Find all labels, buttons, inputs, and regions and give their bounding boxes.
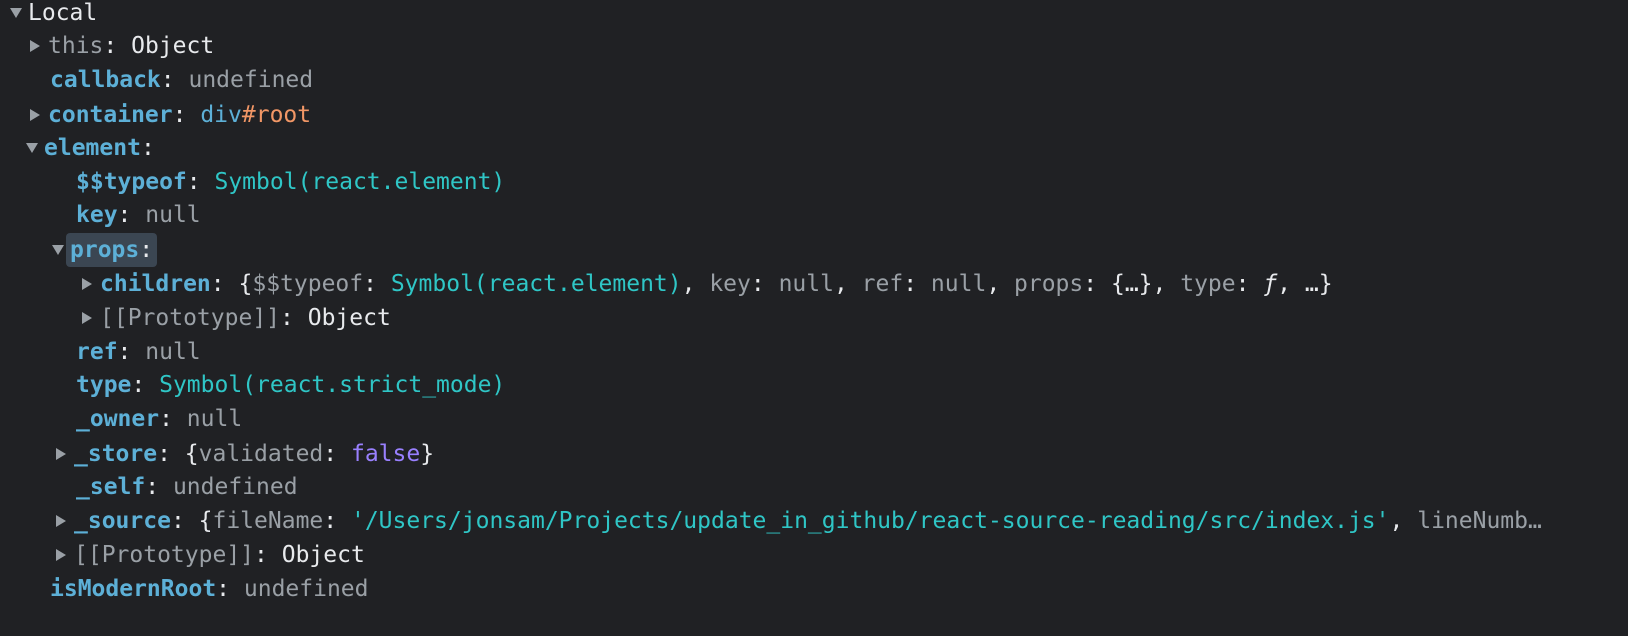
property-self[interactable]: _self: undefined [0, 470, 1628, 504]
property-key: element [44, 135, 141, 161]
property-type[interactable]: type: Symbol(react.strict_mode) [0, 368, 1628, 402]
property-key: container [48, 102, 173, 128]
property-store[interactable]: _store: {validated: false} [0, 437, 1628, 471]
property-owner[interactable]: _owner: null [0, 402, 1628, 436]
property-key-null[interactable]: key: null [0, 198, 1628, 232]
expand-down-icon[interactable] [26, 143, 38, 153]
property-ref[interactable]: ref: null [0, 335, 1628, 369]
property-key: [[Prototype]] [74, 542, 255, 568]
property-props-prototype[interactable]: [[Prototype]]: Object [0, 301, 1628, 335]
property-key: ref [76, 339, 118, 365]
property-key: _owner [76, 406, 160, 432]
property-element[interactable]: element: [0, 131, 1628, 165]
expand-right-icon[interactable] [30, 40, 40, 52]
scope-tree: Local this: Object callback: undefined c… [0, 0, 1628, 636]
property-key: _store [74, 441, 158, 467]
property-typeof[interactable]: $$typeof: Symbol(react.element) [0, 165, 1628, 199]
expand-right-icon[interactable] [56, 515, 66, 527]
expand-right-icon[interactable] [56, 549, 66, 561]
property-value: undefined [188, 67, 314, 93]
expand-right-icon[interactable] [82, 278, 92, 290]
property-key: children [100, 271, 211, 297]
property-key: _source [74, 508, 171, 534]
scope-title: Local [28, 0, 98, 26]
property-value: Symbol(react.element) [214, 169, 506, 195]
selected-highlight: props: [66, 233, 158, 267]
property-key: [[Prototype]] [100, 305, 281, 331]
property-value: Symbol(react.strict_mode) [159, 372, 506, 398]
property-key: callback [50, 67, 161, 93]
property-key: _self [76, 474, 146, 500]
property-key: $$typeof [76, 169, 187, 195]
property-callback[interactable]: callback: undefined [0, 63, 1628, 97]
expand-right-icon[interactable] [82, 312, 92, 324]
property-value: Object [131, 33, 215, 59]
property-element-prototype[interactable]: [[Prototype]]: Object [0, 538, 1628, 572]
property-key: type [76, 372, 132, 398]
property-value: Object [281, 542, 365, 568]
property-source[interactable]: _source: {fileName: '/Users/jonsam/Proje… [0, 504, 1628, 538]
property-key: key [76, 202, 118, 228]
property-value: undefined [243, 576, 369, 602]
property-value: undefined [172, 474, 298, 500]
property-value: null [186, 406, 243, 432]
expand-right-icon[interactable] [56, 448, 66, 460]
property-value: null [145, 202, 201, 228]
expand-down-icon[interactable] [52, 245, 64, 255]
property-props[interactable]: props: [0, 233, 1628, 267]
property-children[interactable]: children: {$$typeof: Symbol(react.elemen… [0, 267, 1628, 301]
property-value: null [145, 339, 201, 365]
property-this[interactable]: this: Object [0, 29, 1628, 63]
property-container[interactable]: container: div #root [0, 98, 1628, 132]
property-key: this [48, 33, 104, 59]
expand-right-icon[interactable] [30, 109, 40, 121]
node-tag: div [200, 102, 242, 128]
property-ismodernroot[interactable]: isModernRoot: undefined [0, 572, 1628, 606]
property-value: Object [307, 305, 391, 331]
property-key: isModernRoot [50, 576, 217, 602]
expand-down-icon[interactable] [10, 8, 22, 18]
scope-local[interactable]: Local [0, 0, 1628, 30]
property-key: props [70, 237, 140, 263]
node-id: #root [241, 102, 312, 128]
